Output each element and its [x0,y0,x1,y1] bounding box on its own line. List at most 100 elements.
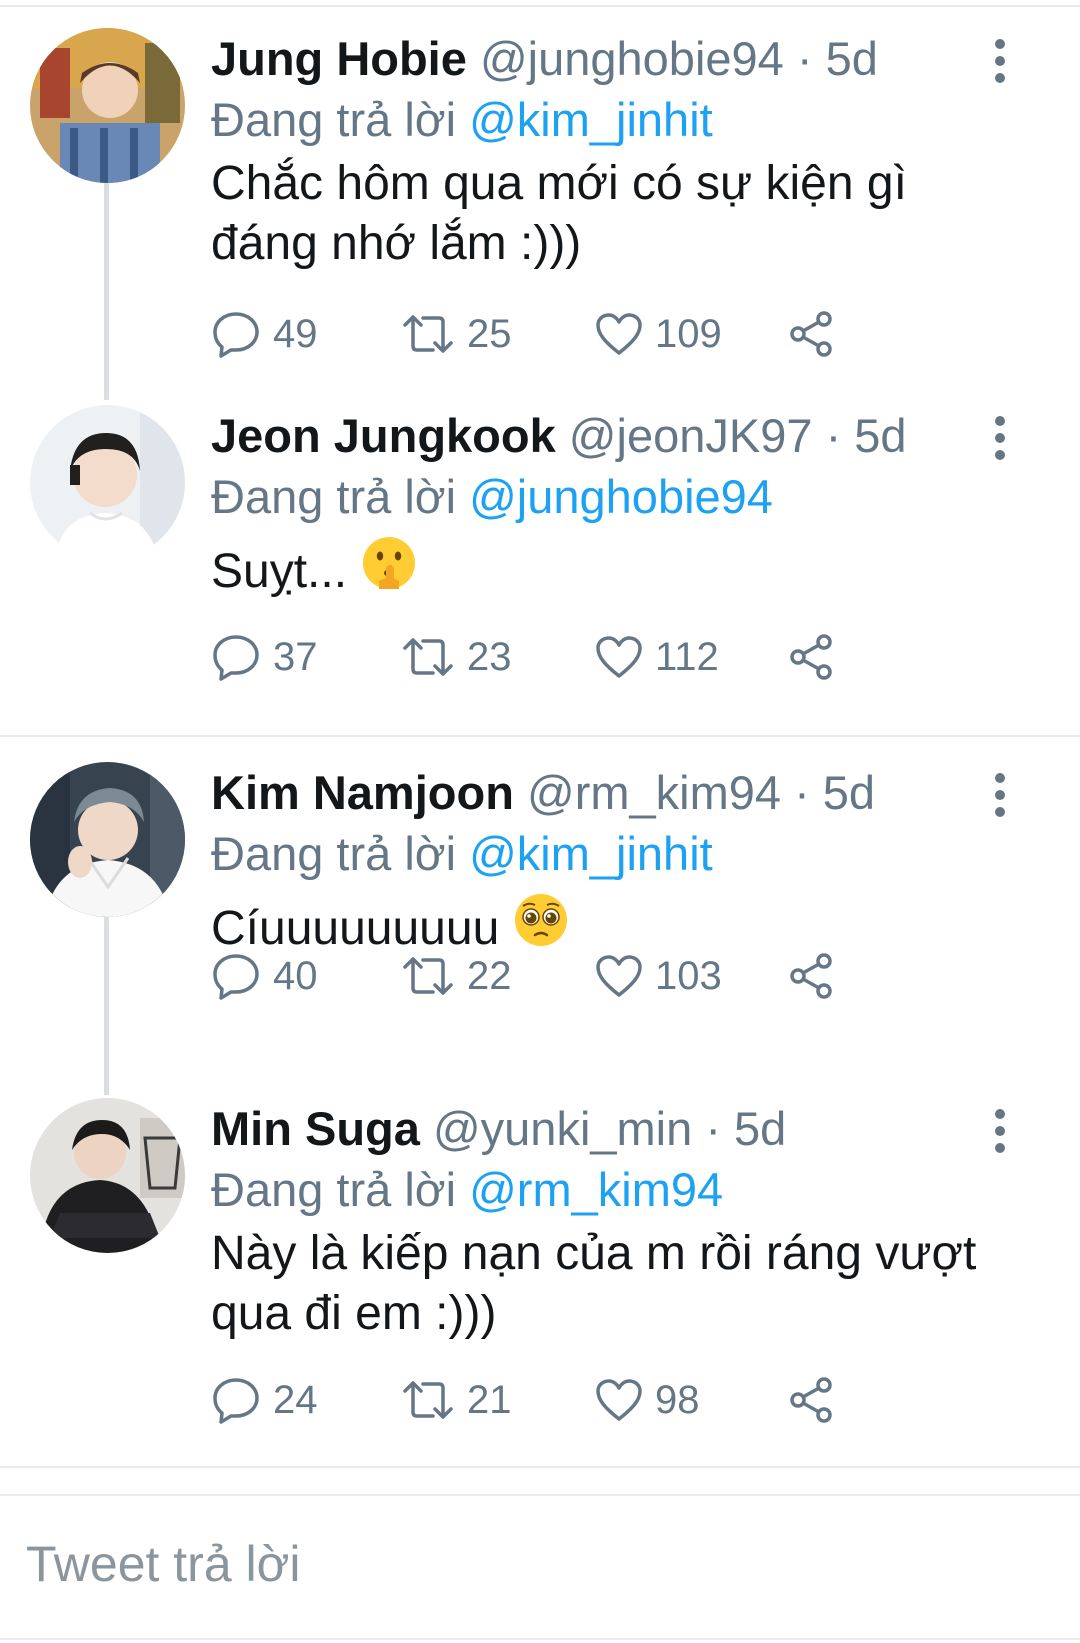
reply-compose-bar: Tweet trả lời [0,1494,1080,1643]
tweet-actions: 40 22 103 [211,946,911,1006]
like-button[interactable]: 112 [595,627,719,687]
reply-count: 24 [273,1377,318,1422]
timestamp[interactable]: 5d [854,409,906,462]
display-name[interactable]: Kim Namjoon [211,766,514,819]
like-count: 103 [655,953,722,998]
handle[interactable]: @rm_kim94 [527,766,781,819]
separator: · [705,1102,721,1155]
tweet-header: Jeon Jungkook @jeonJK97 · 5d [211,405,907,467]
more-vertical-icon [995,416,1005,460]
retweet-icon [403,638,453,676]
timestamp[interactable]: 5d [826,32,878,85]
tweet-text: Suỵt... [211,545,348,599]
more-options-button[interactable] [985,772,1015,818]
mention-link[interactable]: @kim_jinhit [469,827,713,880]
avatar[interactable] [30,762,185,917]
handle[interactable]: @jeonJK97 [569,409,813,462]
mention-link[interactable]: @kim_jinhit [469,93,713,146]
tweet-actions: 24 21 98 [211,1370,911,1430]
heart-icon [596,636,642,678]
avatar-photo-namjoon-icon [30,762,185,917]
reply-icon [213,635,259,681]
more-vertical-icon [995,1109,1005,1153]
reply-button[interactable]: 37 [211,627,318,687]
reply-button[interactable]: 40 [211,946,318,1006]
like-count: 109 [655,311,722,356]
handle[interactable]: @yunki_min [433,1102,692,1155]
display-name[interactable]: Jeon Jungkook [211,409,556,462]
retweet-icon [403,1381,453,1419]
tweet-header: Min Suga @yunki_min · 5d [211,1098,786,1160]
retweet-icon [403,957,453,995]
display-name[interactable]: Jung Hobie [211,32,467,85]
retweet-count: 25 [467,311,512,356]
avatar-photo-jungkook-icon [30,405,185,560]
avatar-photo-hobie-icon [30,28,185,183]
heart-icon [596,955,642,997]
display-name[interactable]: Min Suga [211,1102,420,1155]
compose-top-divider [0,1494,1080,1496]
timestamp[interactable]: 5d [823,766,875,819]
reply-count: 37 [273,634,318,679]
share-icon [790,311,832,357]
retweet-count: 22 [467,953,512,998]
avatar[interactable] [30,28,185,183]
reply-icon [213,312,259,358]
share-button[interactable] [787,627,847,687]
share-button[interactable] [787,946,847,1006]
separator: · [794,766,810,819]
replying-to-line: Đang trả lời @kim_jinhit [211,824,713,884]
replying-to-line: Đang trả lời @kim_jinhit [211,90,713,150]
more-vertical-icon [995,773,1005,817]
more-options-button[interactable] [985,1108,1015,1154]
tweet[interactable]: Min Suga @yunki_min · 5d Đang trả lời @r… [0,1098,1080,1458]
like-button[interactable]: 103 [595,946,722,1006]
reply-count: 40 [273,953,318,998]
thread-divider [0,735,1080,737]
mention-link[interactable]: @junghobie94 [469,470,773,523]
avatar[interactable] [30,1098,185,1253]
avatar-photo-suga-icon [30,1098,185,1253]
like-button[interactable]: 98 [595,1370,700,1430]
retweet-button[interactable]: 23 [401,627,512,687]
reply-icon [213,1378,259,1424]
tweet[interactable]: Jung Hobie @junghobie94 · 5d Đang trả lờ… [0,28,1080,388]
timestamp[interactable]: 5d [734,1102,786,1155]
avatar[interactable] [30,405,185,560]
share-button[interactable] [787,304,847,364]
like-button[interactable]: 109 [595,304,722,364]
share-icon [790,953,832,999]
reply-button[interactable]: 24 [211,1370,318,1430]
tweet-header: Kim Namjoon @rm_kim94 · 5d [211,762,875,824]
tweet[interactable]: Kim Namjoon @rm_kim94 · 5d Đang trả lời … [0,762,1080,1062]
retweet-button[interactable]: 25 [401,304,512,364]
more-vertical-icon [995,39,1005,83]
retweet-button[interactable]: 21 [401,1370,512,1430]
replying-to-label: Đang trả lời [211,93,457,146]
tweet-text: Này là kiếp nạn của m rồi ráng vượt qua … [211,1227,977,1340]
mention-link[interactable]: @rm_kim94 [469,1163,723,1216]
more-options-button[interactable] [985,415,1015,461]
tweet[interactable]: Jeon Jungkook @jeonJK97 · 5d Đang trả lờ… [0,405,1080,705]
reply-button[interactable]: 49 [211,304,318,364]
replying-to-label: Đang trả lời [211,1163,457,1216]
share-button[interactable] [787,1370,847,1430]
thread-divider [0,1466,1080,1468]
replying-to-label: Đang trả lời [211,470,457,523]
tweet-text: Chắc hôm qua mới có sự kiện gì đáng nhớ … [211,157,907,270]
like-count: 112 [655,634,719,679]
reply-icon [213,954,259,1000]
retweet-count: 23 [467,634,512,679]
heart-icon [596,313,642,355]
like-count: 98 [655,1377,700,1422]
more-options-button[interactable] [985,38,1015,84]
replying-to-line: Đang trả lời @junghobie94 [211,467,773,527]
separator: · [796,32,813,85]
shushing-face-emoji-icon [361,535,417,606]
tweet-reply-input[interactable]: Tweet trả lời [26,1524,301,1604]
share-icon [790,1377,832,1423]
retweet-button[interactable]: 22 [401,946,512,1006]
handle[interactable]: @junghobie94 [480,32,784,85]
compose-bottom-divider [0,1638,1080,1640]
tweet-actions: 49 25 109 [211,304,911,364]
